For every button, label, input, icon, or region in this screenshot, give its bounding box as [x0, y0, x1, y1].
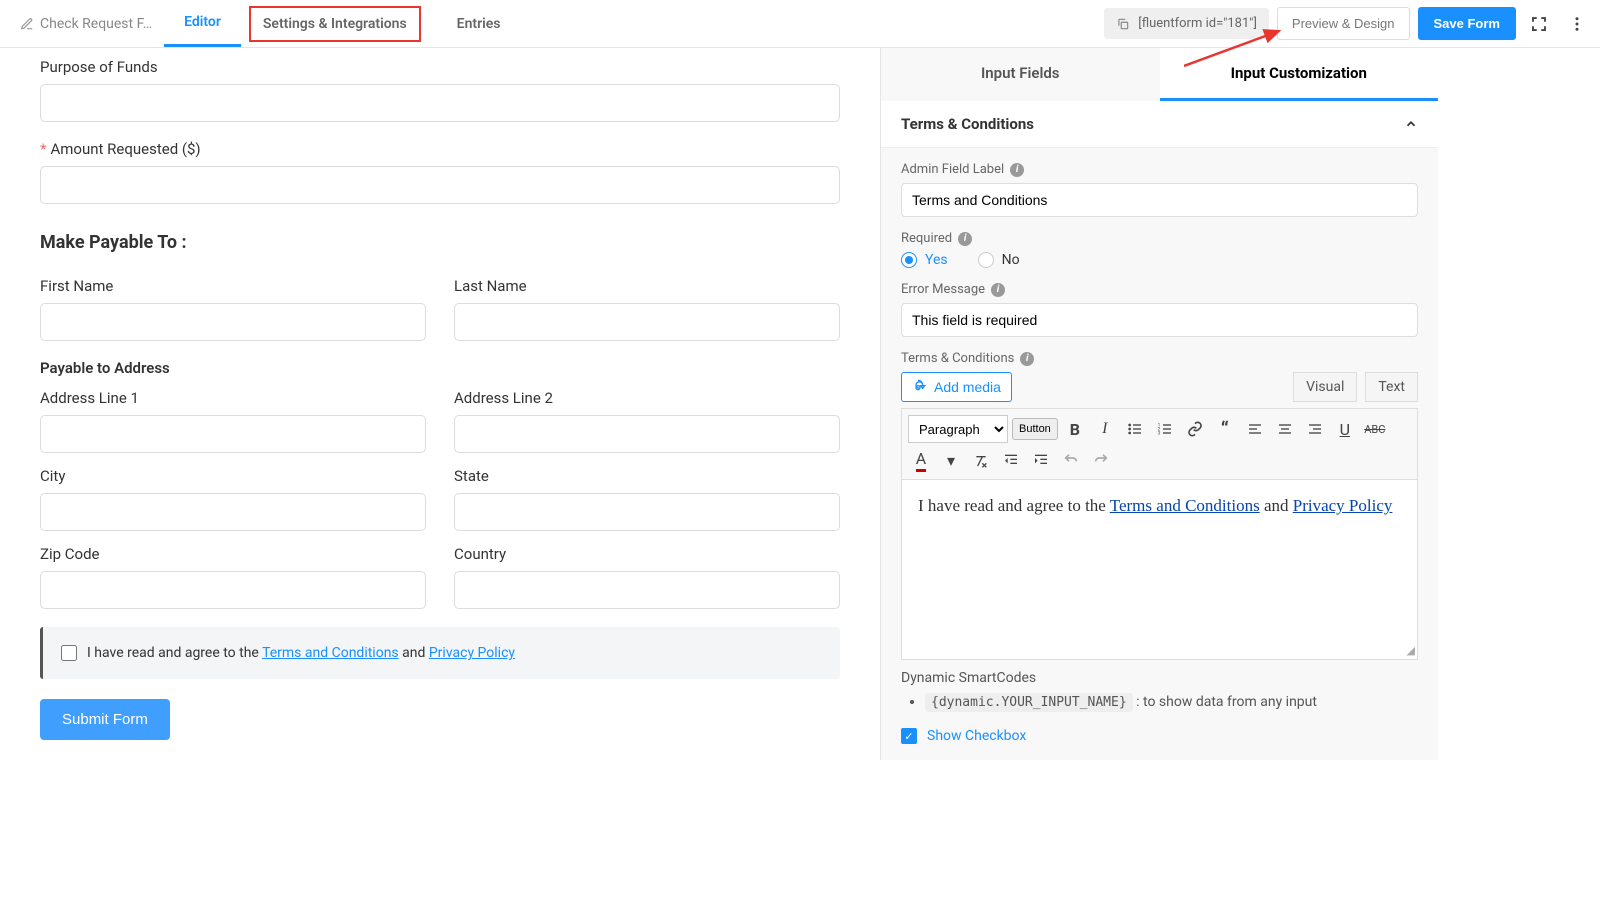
info-icon: i — [991, 283, 1005, 297]
tab-entries[interactable]: Entries — [437, 2, 521, 46]
outdent-icon[interactable] — [998, 447, 1024, 473]
tab-editor[interactable]: Editor — [164, 0, 241, 47]
checkbox-checked-icon: ✓ — [901, 728, 917, 744]
terms-link[interactable]: Terms and Conditions — [262, 645, 399, 661]
info-icon: i — [1020, 352, 1034, 366]
svg-text:3: 3 — [1157, 430, 1160, 436]
media-icon — [912, 379, 928, 395]
amount-input[interactable] — [40, 166, 840, 204]
indent-icon[interactable] — [1028, 447, 1054, 473]
text-color-icon[interactable]: A — [908, 447, 934, 473]
topbar: Check Request F… Editor Settings & Integ… — [0, 0, 1600, 48]
editor-terms-link[interactable]: Terms and Conditions — [1110, 496, 1260, 515]
bold-icon[interactable]: B — [1062, 416, 1088, 442]
error-message-input[interactable] — [901, 303, 1418, 337]
addr1-label: Address Line 1 — [40, 389, 426, 407]
resize-grip-icon[interactable]: ◢ — [1407, 644, 1415, 657]
clear-format-icon[interactable] — [968, 447, 994, 473]
form-name[interactable]: Check Request F… — [8, 16, 164, 32]
amount-label: *Amount Requested ($) — [40, 140, 840, 158]
add-media-button[interactable]: Add media — [901, 372, 1012, 402]
panel-tab-customization[interactable]: Input Customization — [1160, 48, 1439, 101]
strikethrough-icon[interactable]: ABC — [1362, 416, 1388, 442]
copy-icon — [1116, 17, 1130, 31]
last-name-input[interactable] — [454, 303, 840, 341]
editor-privacy-link[interactable]: Privacy Policy — [1293, 496, 1393, 515]
addr2-input[interactable] — [454, 415, 840, 453]
editor-tab-visual[interactable]: Visual — [1293, 372, 1357, 402]
addr1-input[interactable] — [40, 415, 426, 453]
last-name-label: Last Name — [454, 277, 840, 295]
link-icon[interactable] — [1182, 416, 1208, 442]
tc-label: Terms & Conditionsi — [901, 351, 1418, 366]
shortcode-box[interactable]: [fluentform id="181"] — [1104, 8, 1269, 39]
numbered-list-icon[interactable]: 123 — [1152, 416, 1178, 442]
error-label: Error Messagei — [901, 282, 1418, 297]
redo-icon[interactable] — [1088, 447, 1114, 473]
admin-label-input[interactable] — [901, 183, 1418, 217]
zip-label: Zip Code — [40, 545, 426, 563]
pencil-icon — [20, 17, 34, 31]
fullscreen-icon[interactable] — [1524, 9, 1554, 39]
more-icon[interactable] — [1562, 9, 1592, 39]
first-name-label: First Name — [40, 277, 426, 295]
privacy-link[interactable]: Privacy Policy — [429, 645, 515, 661]
bullet-list-icon[interactable] — [1122, 416, 1148, 442]
preview-button[interactable]: Preview & Design — [1277, 7, 1410, 40]
form-canvas: Purpose of Funds *Amount Requested ($) M… — [0, 48, 880, 760]
editor-toolbar: Paragraph Button B I 123 “ U ABC A ▾ — [901, 408, 1418, 480]
chevron-up-icon — [1404, 117, 1418, 131]
smartcode-item: {dynamic.YOUR_INPUT_NAME} : to show data… — [925, 694, 1418, 710]
button-insert[interactable]: Button — [1012, 418, 1058, 440]
info-icon: i — [958, 232, 972, 246]
country-input[interactable] — [454, 571, 840, 609]
panel-tab-fields[interactable]: Input Fields — [881, 48, 1160, 101]
required-label: Requiredi — [901, 231, 1418, 246]
shortcode-text: [fluentform id="181"] — [1138, 16, 1257, 31]
first-name-input[interactable] — [40, 303, 426, 341]
admin-label: Admin Field Labeli — [901, 162, 1418, 177]
editor-content[interactable]: I have read and agree to the Terms and C… — [901, 480, 1418, 660]
form-name-text: Check Request F… — [40, 16, 152, 32]
country-label: Country — [454, 545, 840, 563]
section-payable-heading: Make Payable To : — [40, 232, 840, 253]
state-label: State — [454, 467, 840, 485]
info-icon: i — [1010, 163, 1024, 177]
undo-icon[interactable] — [1058, 447, 1084, 473]
city-label: City — [40, 467, 426, 485]
format-select[interactable]: Paragraph — [908, 415, 1008, 443]
purpose-input[interactable] — [40, 84, 840, 122]
align-right-icon[interactable] — [1302, 416, 1328, 442]
smartcodes-section: Dynamic SmartCodes {dynamic.YOUR_INPUT_N… — [901, 670, 1418, 710]
purpose-label: Purpose of Funds — [40, 58, 840, 76]
save-button[interactable]: Save Form — [1418, 7, 1516, 40]
terms-checkbox[interactable] — [61, 645, 77, 661]
city-input[interactable] — [40, 493, 426, 531]
panel-section-terms[interactable]: Terms & Conditions — [881, 101, 1438, 148]
state-input[interactable] — [454, 493, 840, 531]
payable-address-heading: Payable to Address — [40, 359, 840, 377]
required-yes[interactable]: Yes — [901, 252, 948, 268]
editor-tab-text[interactable]: Text — [1365, 372, 1418, 402]
align-left-icon[interactable] — [1242, 416, 1268, 442]
side-panel: Input Fields Input Customization Terms &… — [880, 48, 1438, 760]
terms-text: I have read and agree to the Terms and C… — [87, 645, 515, 661]
zip-input[interactable] — [40, 571, 426, 609]
align-center-icon[interactable] — [1272, 416, 1298, 442]
submit-button[interactable]: Submit Form — [40, 699, 170, 740]
tab-settings[interactable]: Settings & Integrations — [249, 6, 421, 42]
italic-icon[interactable]: I — [1092, 416, 1118, 442]
required-no[interactable]: No — [978, 252, 1020, 268]
quote-icon[interactable]: “ — [1212, 416, 1238, 442]
underline-icon[interactable]: U — [1332, 416, 1358, 442]
terms-field[interactable]: I have read and agree to the Terms and C… — [40, 627, 840, 679]
addr2-label: Address Line 2 — [454, 389, 840, 407]
show-checkbox-toggle[interactable]: ✓ Show Checkbox — [901, 728, 1418, 744]
color-dropdown-icon[interactable]: ▾ — [938, 447, 964, 473]
